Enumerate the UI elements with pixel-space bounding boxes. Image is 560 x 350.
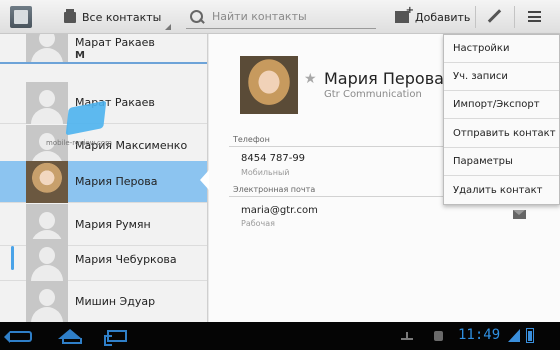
battery-icon	[526, 328, 534, 343]
email-type: Рабочая	[241, 219, 275, 228]
menu-item-label: Удалить контакт	[453, 185, 543, 196]
menu-item-options[interactable]: Параметры	[444, 148, 559, 176]
contact-list: Марат Ракаев М Марат Ракаев Мария Максим…	[0, 34, 208, 322]
system-bar: 11:49	[0, 322, 560, 350]
email-section-label: Электронная почта	[233, 185, 316, 194]
recent-apps-icon[interactable]	[104, 330, 127, 346]
contact-photo-large[interactable]	[240, 56, 298, 114]
toolbar-divider	[514, 6, 515, 28]
add-contact-icon	[395, 5, 414, 23]
add-contact-label: Добавить	[415, 10, 471, 24]
selection-pointer	[200, 170, 209, 190]
wifi-signal-icon	[508, 329, 520, 342]
edit-pencil-icon[interactable]	[487, 9, 501, 23]
list-item[interactable]: Мишин Эдуар	[0, 281, 207, 322]
list-item[interactable]: Мария Чебуркова	[0, 239, 207, 281]
email-address[interactable]: maria@gtr.com	[241, 205, 318, 216]
contacts-group-icon	[64, 8, 76, 23]
overflow-menu: Настройки Уч. записи Импорт/Экспорт Отпр…	[443, 34, 560, 205]
menu-item-share-contact[interactable]: Отправить контакт	[444, 120, 559, 148]
avatar	[26, 82, 68, 124]
contact-filter-label: Все контакты	[82, 10, 162, 24]
menu-item-delete-contact[interactable]: Удалить контакт	[444, 177, 559, 205]
menu-item-label: Параметры	[453, 156, 513, 167]
overflow-menu-icon[interactable]	[528, 11, 541, 22]
list-item-selected[interactable]: Мария Перова	[0, 161, 207, 203]
section-header: М	[0, 48, 207, 64]
search-placeholder: Найти контакты	[212, 10, 307, 23]
favorite-star-icon[interactable]: ★	[304, 71, 317, 87]
menu-item-label: Отправить контакт	[453, 128, 556, 139]
search-icon	[190, 9, 204, 24]
contact-photo	[26, 161, 68, 203]
search-field[interactable]: Найти контакты	[186, 5, 376, 29]
usb-icon	[401, 332, 413, 340]
back-icon[interactable]	[4, 331, 32, 343]
contact-filter-dropdown[interactable]: Все контакты	[64, 6, 171, 30]
watermark-text: mobile-review.com	[46, 139, 112, 147]
section-letter: М	[75, 50, 85, 61]
avatar	[26, 239, 68, 281]
toolbar-divider	[475, 6, 476, 28]
contact-name: Мария Румян	[75, 218, 151, 231]
phone-section-label: Телефон	[233, 135, 270, 144]
menu-item-import-export[interactable]: Импорт/Экспорт	[444, 91, 559, 119]
fast-scroll-thumb[interactable]	[11, 246, 14, 270]
contact-name: Мария Перова	[75, 175, 158, 188]
add-contact-button[interactable]: Добавить	[395, 5, 471, 28]
phone-number[interactable]: 8454 787-99	[241, 153, 305, 164]
menu-item-accounts[interactable]: Уч. записи	[444, 63, 559, 91]
home-icon[interactable]	[58, 329, 82, 344]
debug-icon	[434, 331, 443, 341]
status-clock[interactable]: 11:49	[458, 327, 500, 343]
avatar	[26, 281, 68, 322]
menu-item-label: Настройки	[453, 43, 510, 54]
phone-type: Мобильный	[241, 168, 290, 177]
send-email-icon[interactable]	[513, 210, 526, 219]
contacts-app-icon[interactable]	[10, 6, 32, 28]
menu-item-label: Уч. записи	[453, 71, 508, 82]
contact-company: Gtr Communication	[324, 89, 422, 100]
dropdown-indicator-icon	[165, 24, 171, 30]
menu-item-label: Импорт/Экспорт	[453, 99, 540, 110]
action-bar: Все контакты Найти контакты Добавить	[0, 0, 560, 34]
menu-item-settings[interactable]: Настройки	[444, 35, 559, 63]
contact-name: Мария Чебуркова	[75, 253, 177, 266]
contact-name-heading: Мария Перова	[324, 69, 444, 88]
contact-name: Мишин Эдуар	[75, 295, 156, 308]
